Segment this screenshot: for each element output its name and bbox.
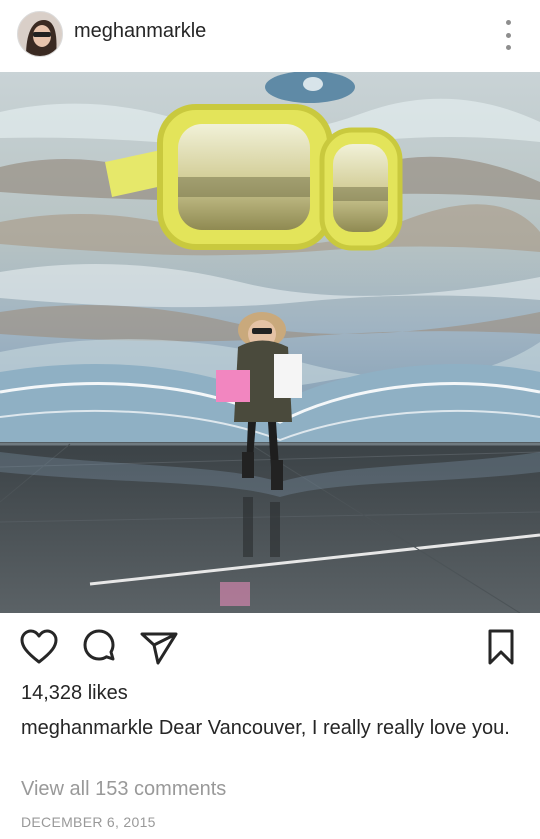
post-photo[interactable]: [0, 72, 540, 613]
heart-icon[interactable]: [19, 625, 59, 669]
bookmark-icon[interactable]: [481, 625, 521, 669]
view-comments-link[interactable]: View all 153 comments: [21, 778, 226, 801]
likes-count[interactable]: 14,328 likes: [21, 682, 128, 705]
more-options-icon[interactable]: [498, 20, 518, 50]
post-username[interactable]: meghanmarkle: [74, 20, 206, 43]
caption-text: Dear Vancouver, I really really love you…: [153, 717, 510, 739]
post-actions: [0, 625, 540, 671]
comment-icon[interactable]: [79, 625, 119, 669]
post-header: meghanmarkle: [0, 0, 540, 70]
post-caption: meghanmarkle Dear Vancouver, I really re…: [21, 714, 521, 742]
post-date: DECEMBER 6, 2015: [21, 814, 156, 830]
caption-username[interactable]: meghanmarkle: [21, 717, 153, 739]
avatar[interactable]: [17, 11, 63, 57]
send-icon[interactable]: [139, 625, 179, 669]
